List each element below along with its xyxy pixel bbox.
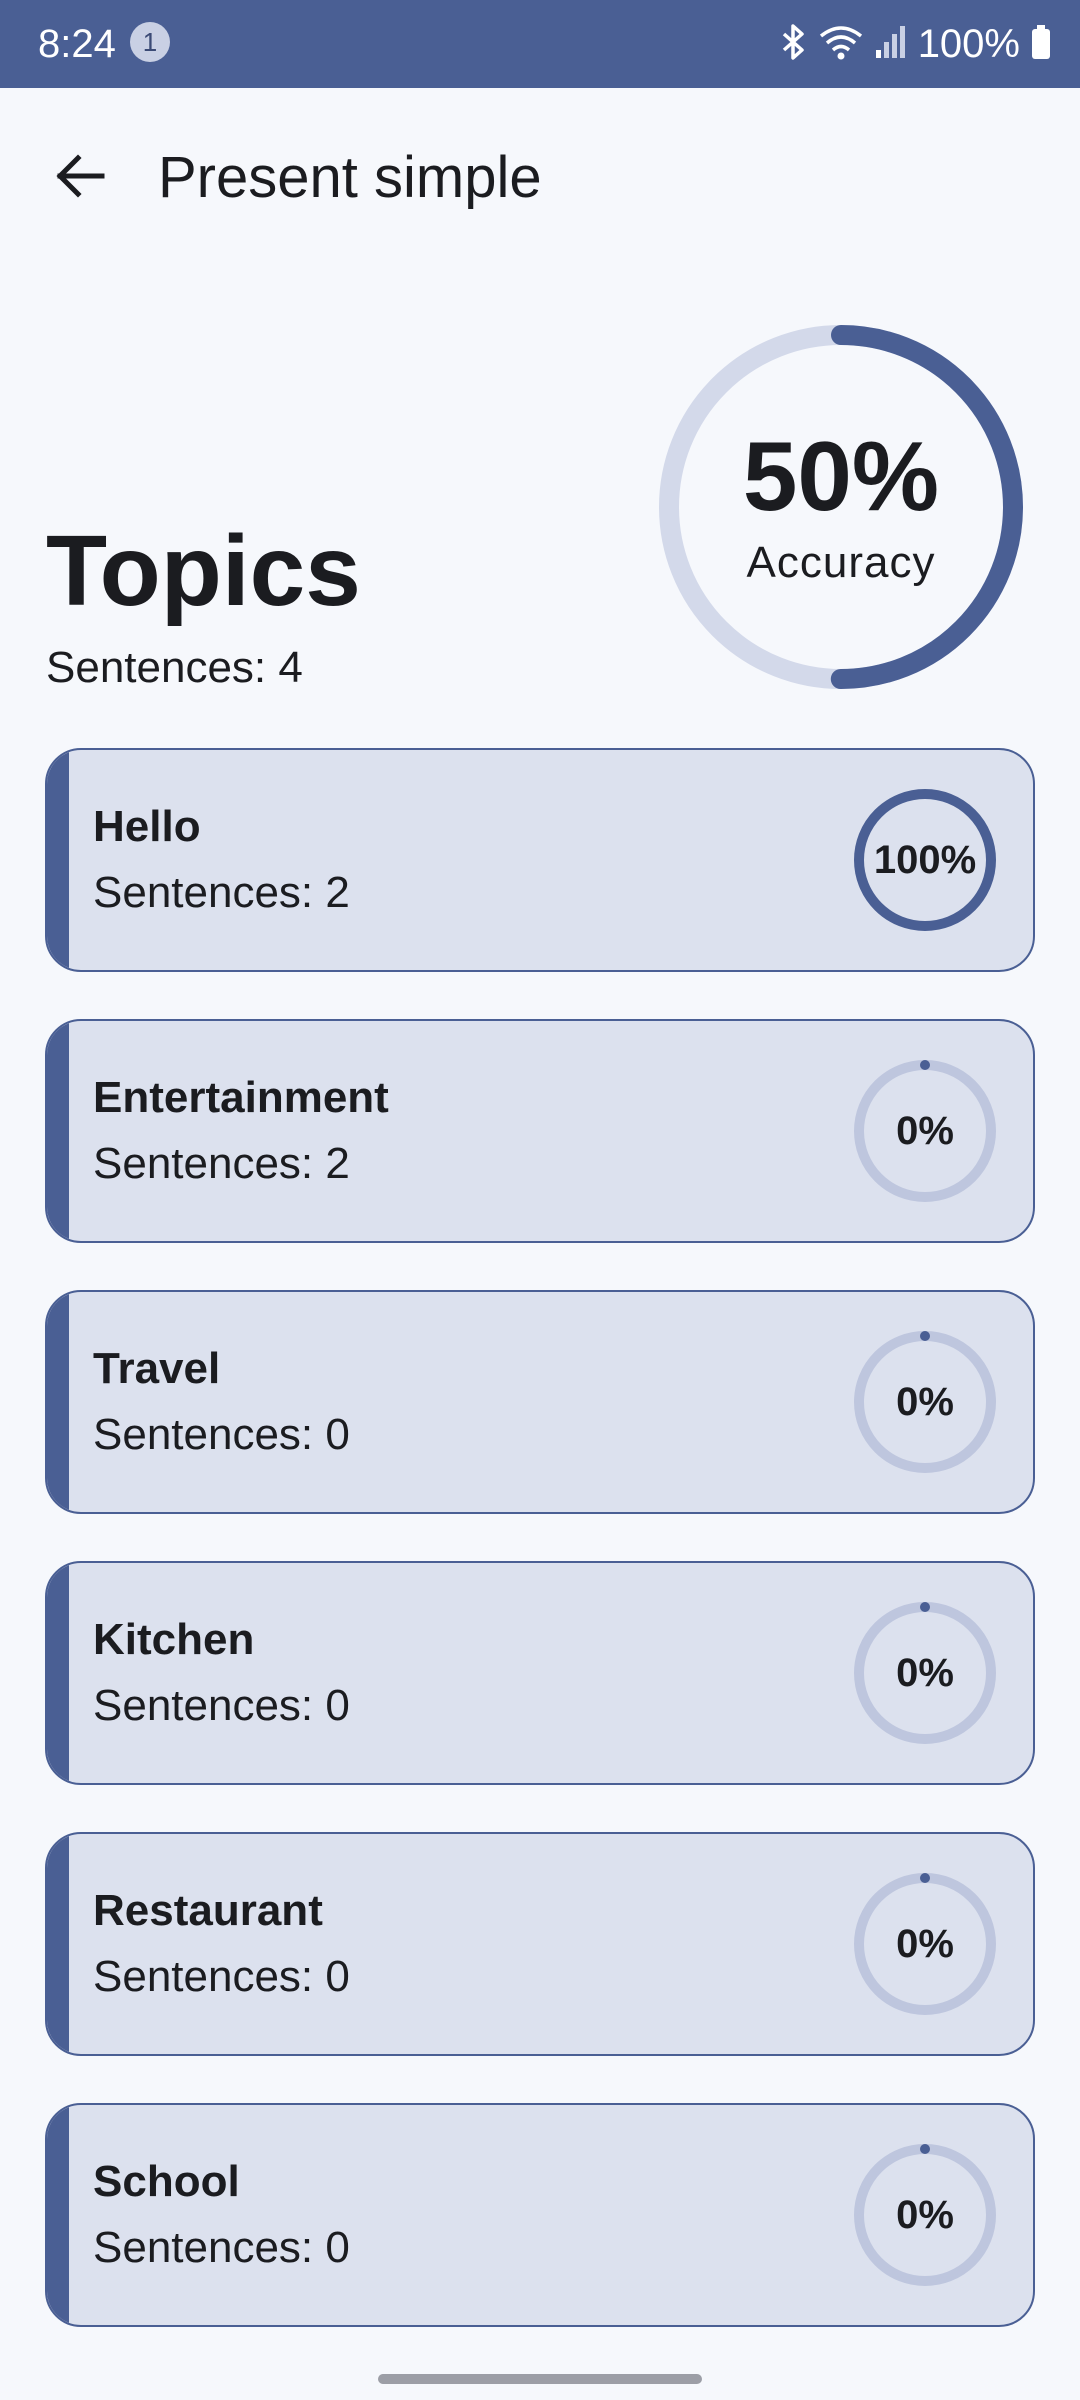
- topics-heading: Topics: [46, 515, 361, 627]
- topic-name: Restaurant: [93, 1886, 323, 1935]
- topic-card-accent: [47, 750, 69, 970]
- topic-sentence-count: Sentences: 0: [93, 1681, 350, 1730]
- signal-icon: [874, 22, 908, 67]
- topic-card[interactable]: Hello Sentences: 2 100%: [45, 748, 1035, 972]
- accuracy-label: Accuracy: [746, 538, 936, 587]
- gesture-navigation-handle[interactable]: [378, 2374, 702, 2384]
- notification-count-badge: 1: [130, 22, 170, 62]
- topic-name: Entertainment: [93, 1073, 389, 1122]
- wifi-icon: [818, 22, 864, 67]
- topic-progress-ring: 0%: [851, 1870, 999, 2018]
- topic-card[interactable]: Entertainment Sentences: 2 0%: [45, 1019, 1035, 1243]
- topic-progress-percent: 0%: [896, 1379, 954, 1424]
- topic-list: Hello Sentences: 2 100% Entertainment Senten…: [45, 748, 1035, 2374]
- topic-progress-percent: 0%: [896, 2192, 954, 2237]
- topic-card-accent: [47, 1563, 69, 1783]
- topic-progress-percent: 100%: [873, 837, 977, 882]
- topic-card-accent: [47, 1834, 69, 2054]
- back-button[interactable]: [40, 138, 120, 218]
- accuracy-value: 50%: [742, 421, 940, 531]
- topic-progress-ring: 0%: [851, 1328, 999, 1476]
- topic-card-accent: [47, 1021, 69, 1241]
- status-time: 8:24: [38, 22, 116, 66]
- topic-card[interactable]: Kitchen Sentences: 0 0%: [45, 1561, 1035, 1785]
- topic-sentence-count: Sentences: 0: [93, 2223, 350, 2272]
- arrow-left-icon: [52, 148, 108, 209]
- topic-card-accent: [47, 1292, 69, 1512]
- accuracy-progress-ring: 50% Accuracy: [657, 323, 1025, 691]
- topic-sentence-count: Sentences: 2: [93, 1139, 350, 1188]
- topic-progress-ring: 100%: [851, 786, 999, 934]
- topic-name: School: [93, 2157, 240, 2206]
- bluetooth-icon: [778, 22, 808, 67]
- topic-sentence-count: Sentences: 0: [93, 1410, 350, 1459]
- topic-card-accent: [47, 2105, 69, 2325]
- topic-name: Kitchen: [93, 1615, 255, 1664]
- total-sentences-count: Sentences: 4: [46, 643, 303, 692]
- topic-progress-ring: 0%: [851, 1599, 999, 1747]
- page-title: Present simple: [158, 145, 542, 210]
- topic-card[interactable]: Restaurant Sentences: 0 0%: [45, 1832, 1035, 2056]
- topic-progress-percent: 0%: [896, 1921, 954, 1966]
- topic-sentence-count: Sentences: 2: [93, 868, 350, 917]
- topic-sentence-count: Sentences: 0: [93, 1952, 350, 2001]
- topic-progress-percent: 0%: [896, 1650, 954, 1695]
- topic-name: Travel: [93, 1344, 221, 1393]
- topic-card[interactable]: School Sentences: 0 0%: [45, 2103, 1035, 2327]
- topic-progress-percent: 0%: [896, 1108, 954, 1153]
- topic-progress-ring: 0%: [851, 1057, 999, 1205]
- topic-progress-ring: 0%: [851, 2141, 999, 2289]
- battery-percent: 100%: [917, 22, 1020, 66]
- battery-icon: [1030, 22, 1052, 67]
- topic-card[interactable]: Travel Sentences: 0 0%: [45, 1290, 1035, 1514]
- app-bar: Present simple: [0, 88, 1080, 268]
- status-icons: 100%: [778, 16, 1052, 72]
- status-bar: 8:24 1 100%: [0, 0, 1080, 88]
- topic-name: Hello: [93, 802, 201, 851]
